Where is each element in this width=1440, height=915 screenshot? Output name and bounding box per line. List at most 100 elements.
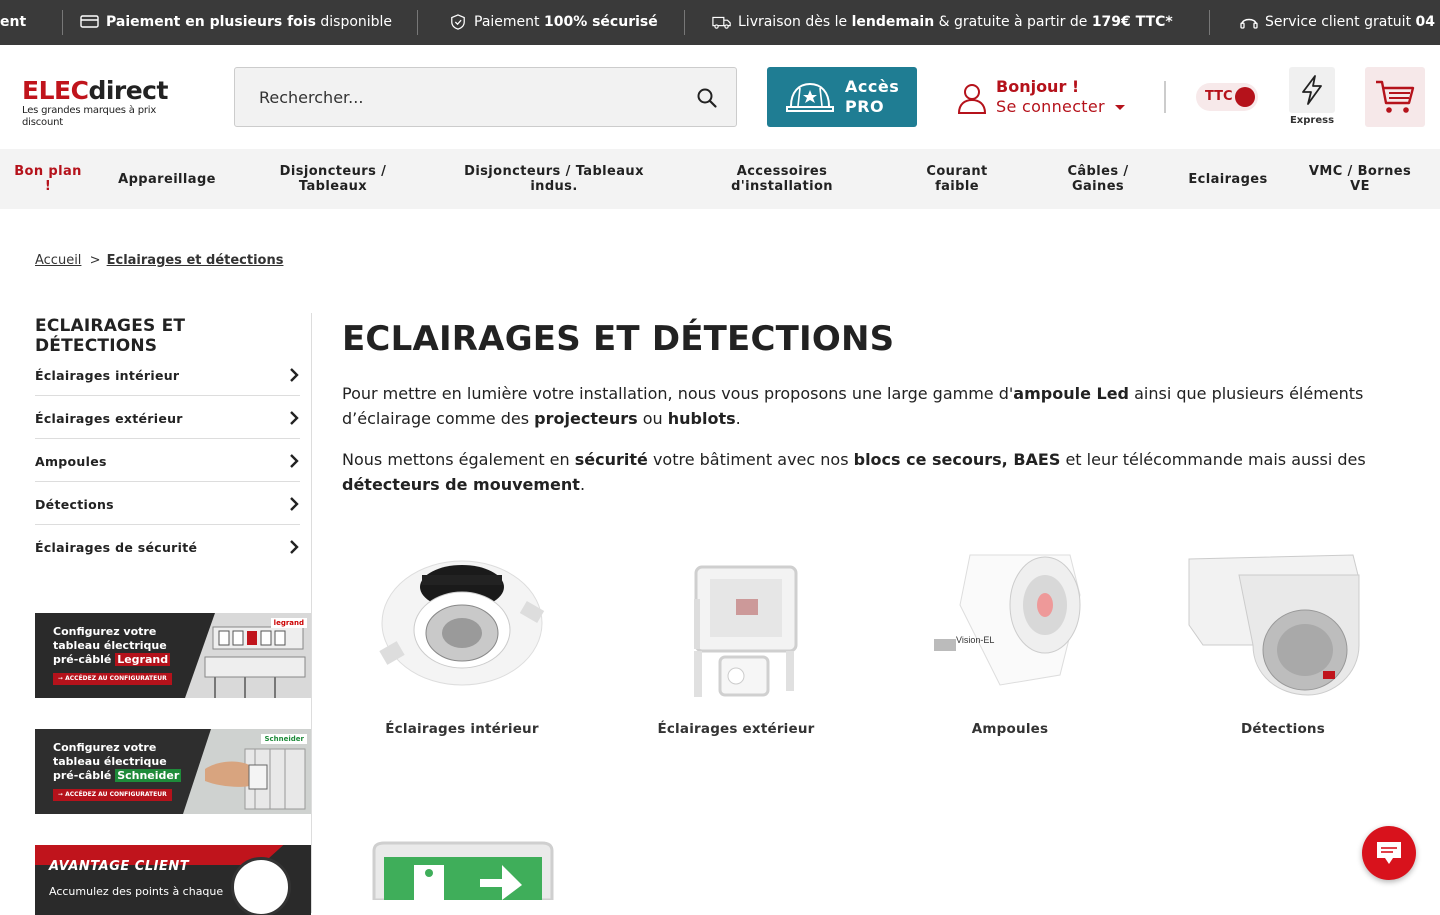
chat-button[interactable]	[1362, 826, 1416, 880]
banner1-line3: pré-câblé	[53, 653, 116, 666]
banner2-brand: Schneider	[115, 769, 182, 782]
chevron-down-icon	[1115, 105, 1125, 110]
search-bar	[234, 67, 737, 127]
topbar-separator	[62, 10, 63, 35]
nav-item-cables[interactable]: Câbles / Gaines	[1054, 149, 1142, 209]
sidebar-item-securite[interactable]: Éclairages de sécurité	[35, 525, 300, 568]
sidebar-item-label: Éclairages extérieur	[35, 411, 183, 426]
banner1-brand: Legrand	[115, 653, 171, 666]
search-input[interactable]	[235, 68, 675, 126]
topbar-installments-bold: Paiement en plusieurs fois	[106, 14, 316, 30]
topbar-service-bold: 04	[1415, 14, 1435, 30]
lightning-icon	[1302, 75, 1322, 105]
schneider-logo: Schneider	[261, 734, 307, 744]
legrand-configurator-banner[interactable]: legrand Configurez votre tableau électriq…	[35, 613, 311, 698]
nav-item-courant-faible[interactable]: Courant faible	[916, 149, 998, 209]
nav-item-disjoncteurs-indus[interactable]: Disjoncteurs / Tableaux indus.	[460, 149, 648, 209]
banner2-cta[interactable]: ➞ ACCÉDEZ AU CONFIGURATEUR	[53, 789, 172, 801]
topbar-installments-rest: disponible	[315, 14, 393, 30]
topbar-separator	[417, 10, 418, 35]
p2-text4: .	[579, 475, 586, 494]
category-card-securite[interactable]	[342, 835, 582, 900]
banner2-line1: Configurez votre	[53, 741, 157, 754]
banner2-line2: tableau électrique	[53, 755, 167, 768]
nav-item-accessoires[interactable]: Accessoires d'installation	[720, 149, 844, 209]
breadcrumb-separator: >	[89, 253, 101, 268]
sidebar-item-interieur[interactable]: Éclairages intérieur	[35, 353, 300, 396]
nav-item-label: VMC / Bornes VE	[1308, 164, 1412, 194]
pro-access-button[interactable]: Accès PRO	[767, 67, 917, 127]
chevron-right-icon	[290, 540, 299, 554]
banner1-cta[interactable]: ➞ ACCÉDEZ AU CONFIGURATEUR	[53, 673, 172, 685]
category-card-ampoules[interactable]: Vision-EL Ampoules	[890, 535, 1130, 745]
svg-text:Vision-EL: Vision-EL	[956, 635, 994, 645]
schneider-configurator-banner[interactable]: Schneider Configurez votre tableau électr…	[35, 729, 311, 814]
account-greeting: Bonjour !	[996, 77, 1080, 96]
site-logo[interactable]: ELECdirect Les grandes marques à prix di…	[22, 76, 198, 129]
sidebar-item-exterieur[interactable]: Éclairages extérieur	[35, 396, 300, 439]
motion-detector-icon	[1188, 554, 1360, 696]
main-nav: Bon plan ! Appareillage Disjoncteurs / T…	[0, 149, 1440, 209]
category-card-detections[interactable]: Détections	[1163, 535, 1403, 745]
chevron-right-icon	[290, 454, 299, 468]
topbar-delivery-bold2: 179€ TTC*	[1091, 14, 1173, 30]
login-link[interactable]: Se connecter	[996, 97, 1105, 116]
account-menu[interactable]: Bonjour ! Se connecter	[957, 75, 1137, 120]
nav-item-label: Bon plan !	[14, 164, 82, 194]
nav-item-label: Eclairages	[1188, 171, 1268, 187]
p1-text3: ou	[637, 409, 668, 428]
p2-text2: votre bâtiment avec nos	[647, 450, 854, 469]
cart-icon	[1376, 80, 1415, 113]
nav-item-eclairages[interactable]: Eclairages	[1180, 149, 1276, 209]
truck-icon	[712, 16, 731, 29]
topbar-delivery-pre: Livraison dès le	[738, 14, 852, 30]
topbar-msg-0: ent	[0, 14, 26, 30]
nav-item-label: Courant faible	[926, 164, 988, 194]
express-label: Express	[1289, 115, 1335, 126]
downlight-icon	[379, 560, 545, 686]
logo-part-direct: direct	[88, 76, 168, 105]
emergency-exit-icon	[372, 841, 554, 900]
sidebar-item-label: Ampoules	[35, 454, 107, 469]
site-header: ELECdirect Les grandes marques à prix di…	[0, 45, 1440, 149]
breadcrumb-home-link[interactable]: Accueil	[35, 253, 81, 268]
topbar-msg-service: Service client gratuit 04	[1239, 14, 1435, 30]
nav-item-appareillage[interactable]: Appareillage	[107, 149, 227, 209]
pro-access-line2: PRO	[845, 97, 885, 116]
nav-item-bon-plan[interactable]: Bon plan !	[10, 149, 86, 209]
sidebar-title: ECLAIRAGES ET DÉTECTIONS	[35, 316, 186, 356]
legrand-logo: legrand	[270, 618, 307, 628]
nav-item-label: Appareillage	[118, 171, 216, 187]
p2-text3: et leur télécommande mais aussi des	[1060, 450, 1366, 469]
topbar-msg-delivery: Livraison dès le lendemain & gratuite à …	[712, 14, 1173, 30]
category-label: Ampoules	[971, 721, 1049, 737]
p2-bold3: détecteurs de mouvement	[342, 475, 580, 494]
category-card-interieur[interactable]: Éclairages intérieur	[342, 535, 582, 745]
topbar-msg-installments: Paiement en plusieurs fois disponible	[80, 14, 392, 30]
logo-part-elec: ELEC	[22, 76, 89, 105]
banner1-line2: tableau électrique	[53, 639, 167, 652]
header-divider	[1164, 81, 1166, 113]
category-card-exterieur[interactable]: Éclairages extérieur	[616, 535, 856, 745]
p1-bold1: ampoule Led	[1013, 384, 1129, 403]
loyalty-banner[interactable]: AVANTAGE CLIENT Accumulez des points à c…	[35, 845, 311, 915]
topbar-separator	[684, 10, 685, 35]
nav-item-label: Accessoires d'installation	[731, 164, 833, 194]
ttc-toggle[interactable]: TTC	[1196, 83, 1258, 111]
sidebar-item-label: Détections	[35, 497, 114, 512]
p1-bold2: projecteurs	[534, 409, 638, 428]
chevron-right-icon	[290, 368, 299, 382]
topbar-secure-pre: Paiement	[474, 14, 544, 30]
nav-item-disjoncteurs-tableaux[interactable]: Disjoncteurs / Tableaux	[262, 149, 404, 209]
nav-item-vmc[interactable]: VMC / Bornes VE	[1304, 149, 1416, 209]
chevron-right-icon	[290, 497, 299, 511]
search-icon[interactable]	[696, 87, 718, 109]
pro-access-line1: Accès	[845, 77, 900, 96]
loyalty-title: AVANTAGE CLIENT	[49, 859, 190, 874]
sidebar-item-ampoules[interactable]: Ampoules	[35, 439, 300, 482]
cart-button[interactable]	[1365, 67, 1425, 127]
express-button[interactable]	[1289, 67, 1335, 113]
sidebar-item-detections[interactable]: Détections	[35, 482, 300, 525]
intro-paragraph-2: Nous mettons également en sécurité votre…	[342, 447, 1402, 497]
top-info-bar: ent Paiement en plusieurs fois disponibl…	[0, 0, 1440, 45]
